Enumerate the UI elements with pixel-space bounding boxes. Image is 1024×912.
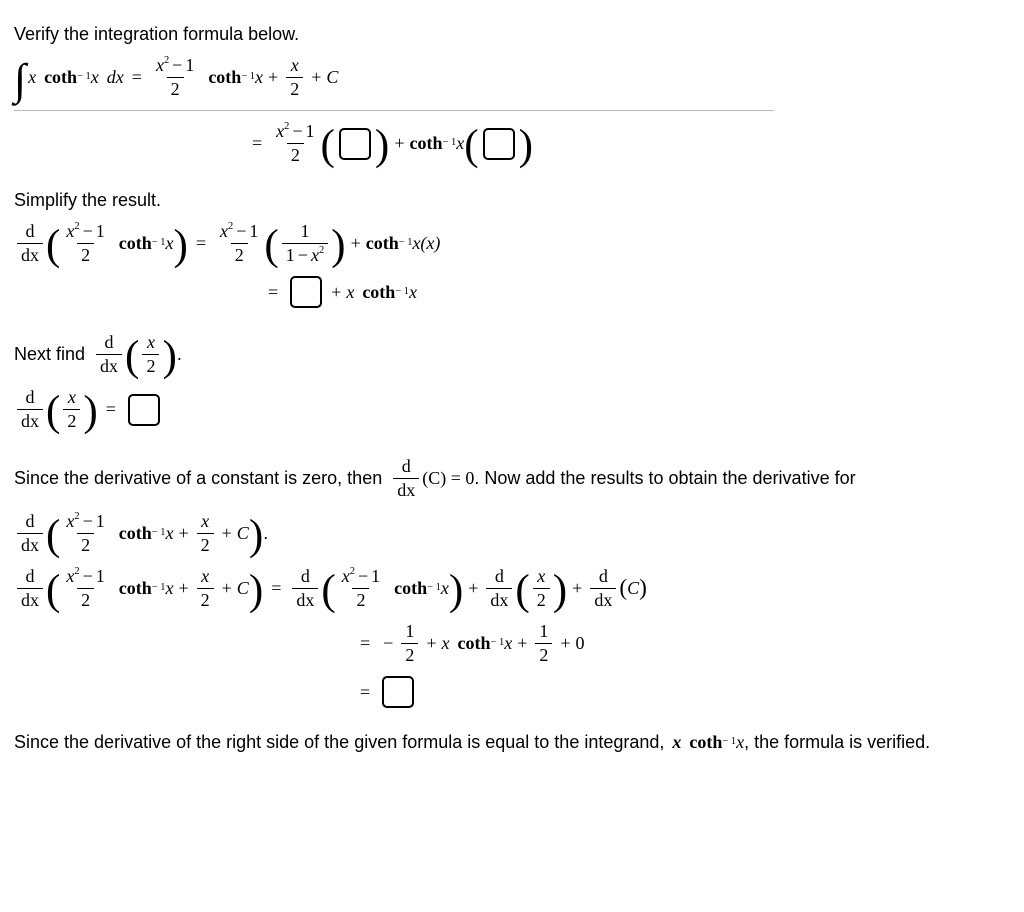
fn-coth: coth	[208, 67, 241, 88]
next-find-line: Next find d dx ( x 2 ) .	[14, 332, 1010, 377]
simplify-line1: d dx ( x2−1 2 coth − 1 x ) = x2−1 2 ( 1 …	[14, 221, 1010, 266]
var-x: x	[91, 67, 99, 88]
since-paragraph: Since the derivative of a constant is ze…	[14, 456, 1010, 501]
fn-coth: coth	[44, 67, 77, 88]
simplify-line2: = + x coth − 1 x	[260, 276, 1010, 308]
exp-neg1: − 1	[77, 71, 91, 82]
full-derivative-target: d dx ( x2−1 2 coth − 1 x + x 2 + C ) .	[14, 511, 1010, 556]
divider	[14, 110, 774, 111]
var-x: x	[28, 67, 36, 88]
ddx-x-over-2: d dx ( x 2 ) =	[14, 387, 1010, 432]
answer-input-1[interactable]	[339, 128, 371, 160]
step-fillin-row: = x2−1 2 ( ) + coth − 1 x ( )	[244, 121, 1010, 166]
frac-x-over-2: x 2	[286, 55, 303, 100]
equals: =	[124, 67, 150, 88]
answer-input-3[interactable]	[290, 276, 322, 308]
derivative-expanded: d dx ( x2−1 2 coth − 1 x + x 2 + C ) = d…	[14, 566, 1010, 611]
frac-x2-1-over-2: x2−1 2	[153, 55, 197, 100]
closing-sentence: Since the derivative of the right side o…	[14, 732, 1010, 753]
derivative-simplified: = − 1 2 + x coth − 1 x + 1 2 + 0	[352, 621, 1010, 666]
final-answer-row: =	[352, 676, 1010, 708]
intro-text: Verify the integration formula below.	[14, 24, 1010, 45]
answer-input-5[interactable]	[382, 676, 414, 708]
answer-input-4[interactable]	[128, 394, 160, 426]
integral-formula: ∫ x coth − 1 x dx = x2−1 2 coth − 1 x + …	[14, 55, 1010, 100]
answer-input-2[interactable]	[483, 128, 515, 160]
dx: dx	[107, 67, 124, 88]
ddx: d dx	[17, 221, 43, 266]
simplify-heading: Simplify the result.	[14, 190, 1010, 211]
